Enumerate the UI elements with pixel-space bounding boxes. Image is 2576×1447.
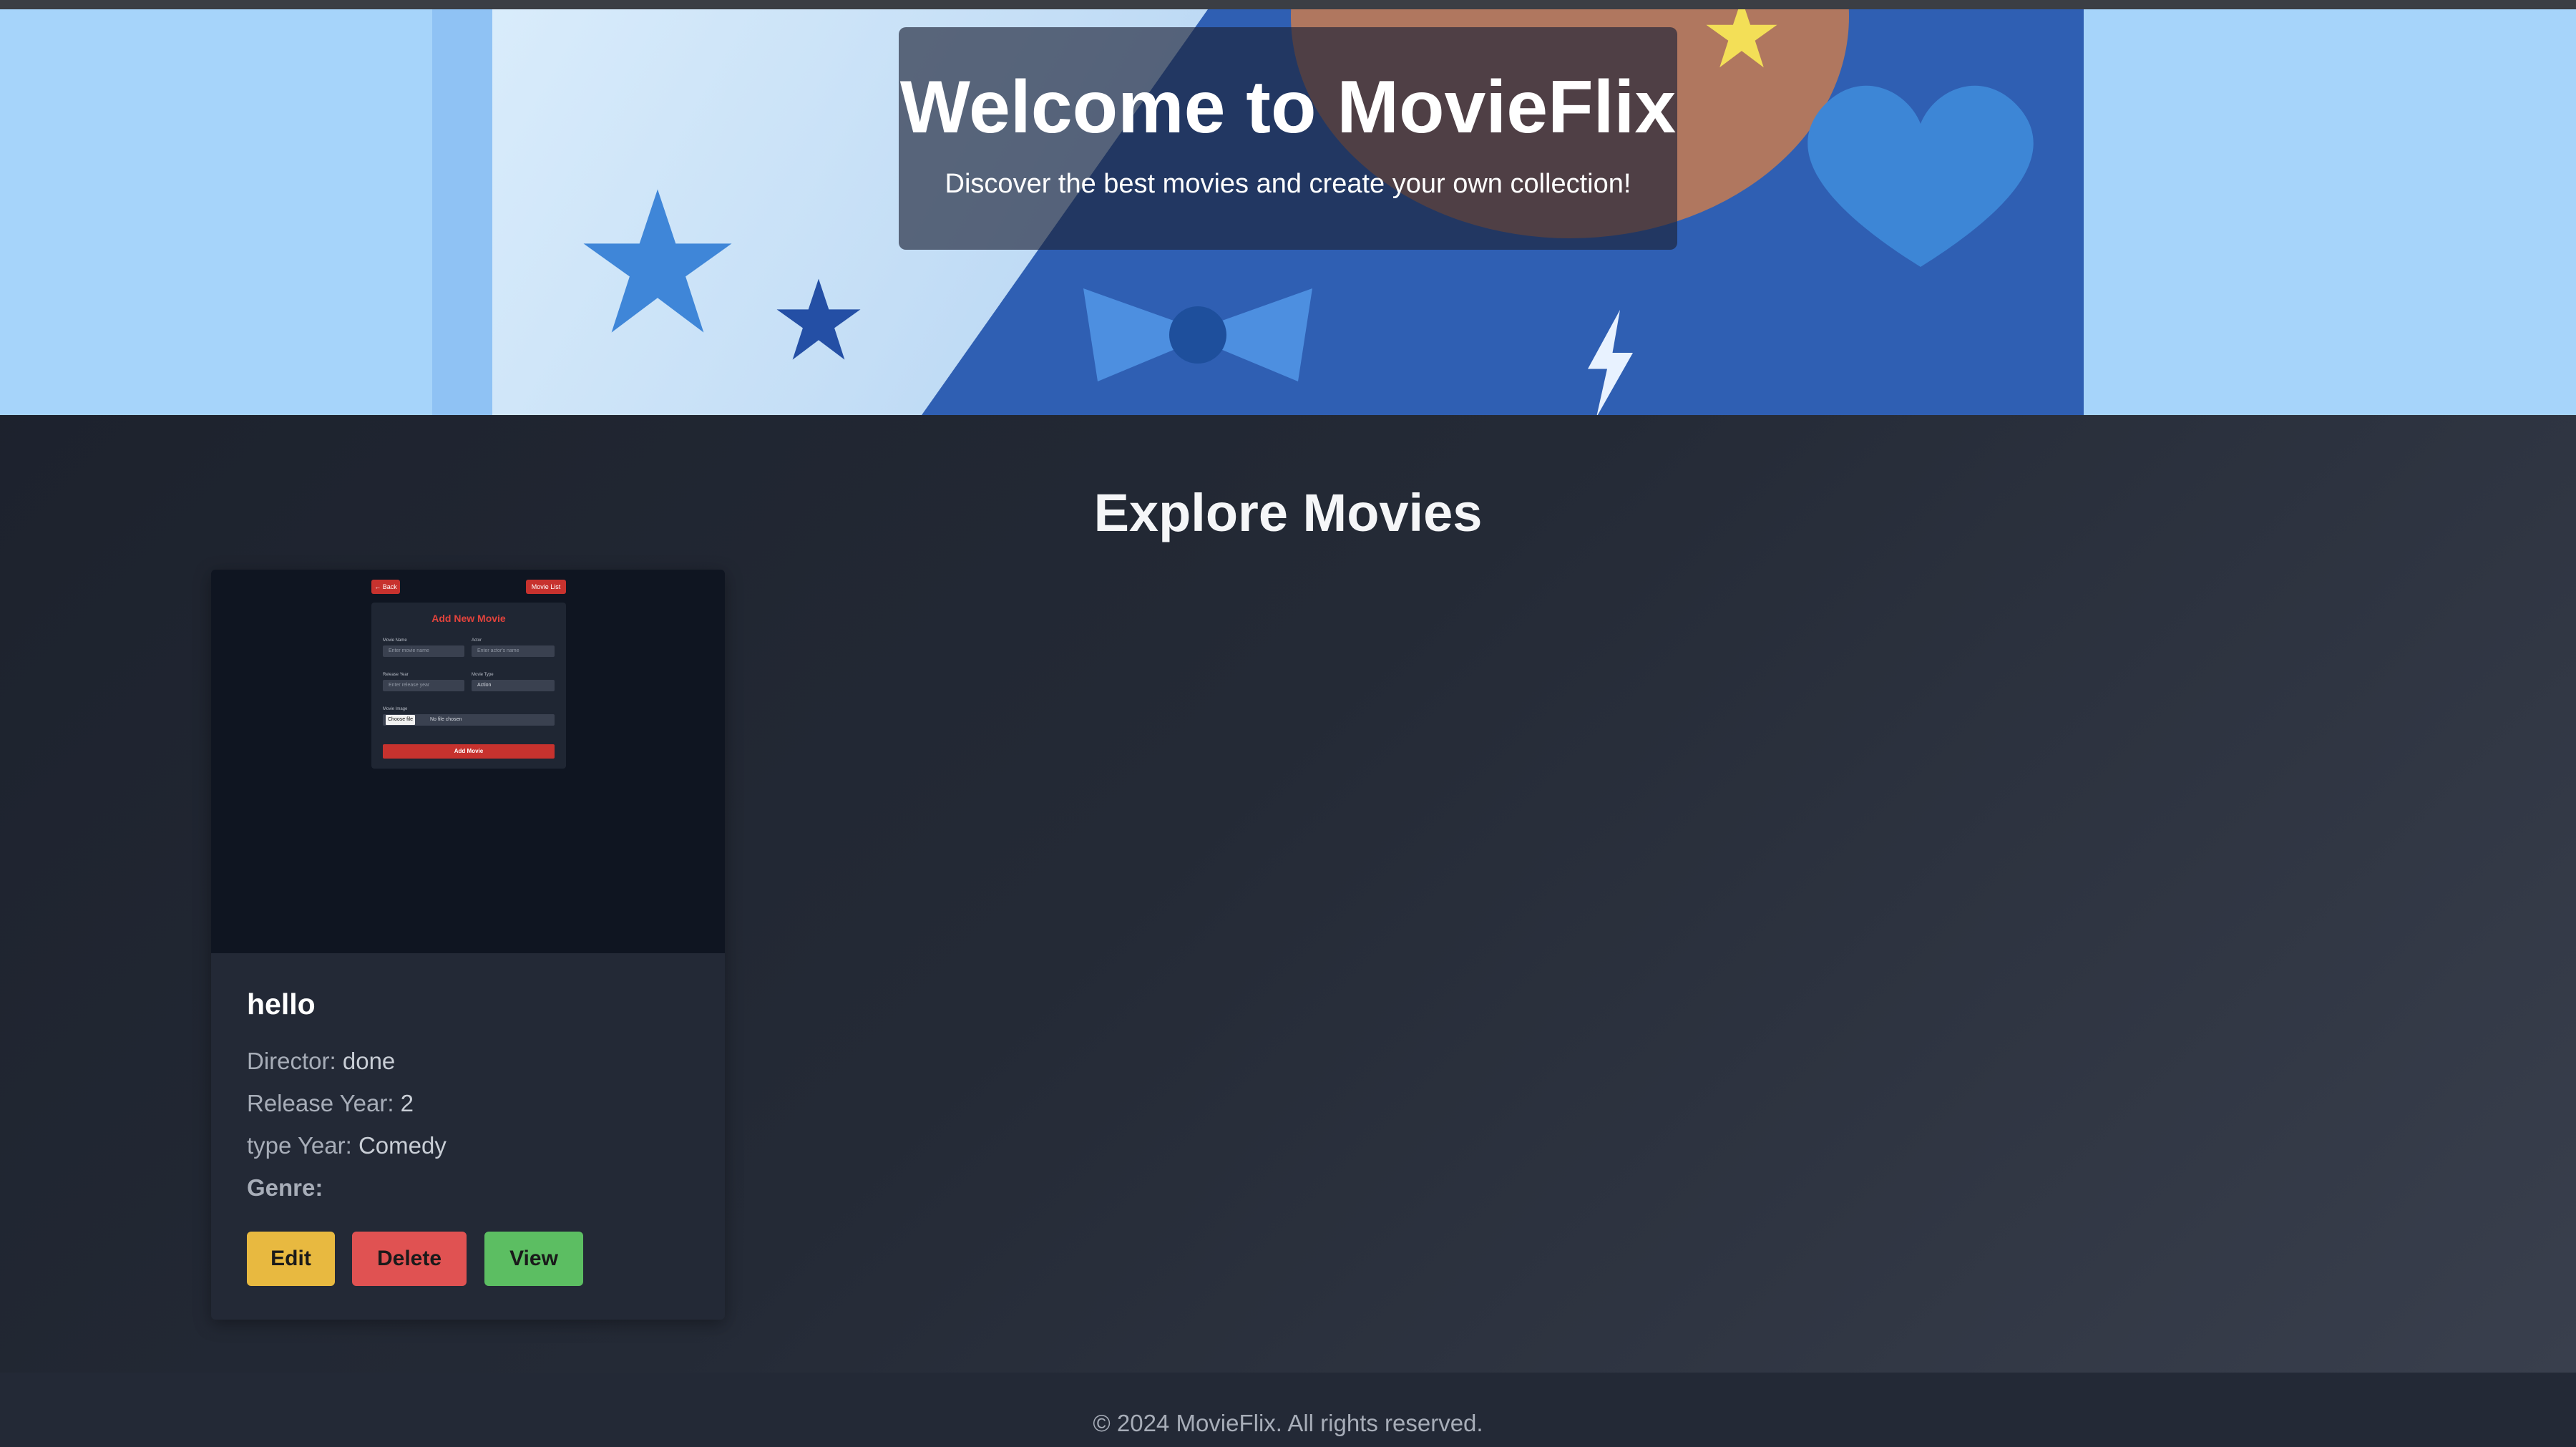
movie-title: hello: [247, 988, 316, 1020]
view-button[interactable]: View: [484, 1232, 583, 1286]
thumb-label: Movie Name: [383, 638, 407, 643]
page-subtitle: Discover the best movies and create your…: [945, 169, 1631, 199]
thumb-field: Enter release year: [383, 680, 464, 691]
page-title: Welcome to MovieFlix: [899, 66, 1677, 149]
movie-poster-image: ← Back Movie List Add New Movie Movie Na…: [211, 570, 725, 953]
lightning-icon: [1588, 310, 1633, 415]
heart-icon: [1807, 85, 2034, 267]
thumb-back-button: ← Back: [371, 580, 400, 594]
star-icon: [1706, 9, 1777, 68]
thumb-select: Action: [472, 680, 555, 691]
thumb-field: Enter movie name: [383, 645, 464, 657]
hero-banner: Welcome to MovieFlix Discover the best m…: [0, 9, 2576, 415]
director-value: done: [342, 1048, 396, 1074]
thumb-add-button: Add Movie: [383, 744, 555, 759]
hero-overlay: Welcome to MovieFlix Discover the best m…: [899, 27, 1677, 250]
star-icon: [583, 189, 732, 333]
thumb-label: Actor: [472, 638, 482, 643]
thumb-label: Release Year: [383, 673, 409, 677]
star-icon: [776, 278, 861, 360]
movie-type: type Year: Comedy: [247, 1134, 447, 1157]
section-title: Explore Movies: [1093, 483, 1483, 542]
delete-button[interactable]: Delete: [352, 1232, 467, 1286]
thumb-field: Enter actor's name: [472, 645, 555, 657]
poster-screenshot: ← Back Movie List Add New Movie Movie Na…: [211, 570, 725, 953]
thumb-list-button: Movie List: [526, 580, 566, 594]
release-year-value: 2: [400, 1090, 414, 1116]
movie-release-year: Release Year: 2: [247, 1091, 414, 1115]
thumb-label: Movie Type: [472, 673, 494, 677]
edit-button[interactable]: Edit: [247, 1232, 335, 1286]
type-label: type Year:: [247, 1132, 352, 1159]
genre-label: Genre:: [247, 1174, 323, 1201]
footer-copyright: © 2024 MovieFlix. All rights reserved.: [1093, 1410, 1483, 1436]
movie-card: ← Back Movie List Add New Movie Movie Na…: [211, 570, 725, 1320]
thumb-choose-file: Choose file: [386, 715, 416, 725]
director-label: Director:: [247, 1048, 336, 1074]
movie-director: Director: done: [247, 1049, 395, 1073]
movie-genre: Genre:: [247, 1176, 323, 1199]
release-year-label: Release Year:: [247, 1090, 394, 1116]
thumb-label: Movie Image: [383, 707, 408, 711]
type-value: Comedy: [358, 1132, 447, 1159]
thumb-form-title: Add New Movie: [431, 613, 506, 624]
thumb-form-panel: Add New Movie Movie Name Enter movie nam…: [371, 603, 566, 769]
bow-tie-icon: [1083, 288, 1312, 381]
browser-top-bar: [0, 0, 2576, 9]
footer: © 2024 MovieFlix. All rights reserved.: [0, 1373, 2576, 1447]
